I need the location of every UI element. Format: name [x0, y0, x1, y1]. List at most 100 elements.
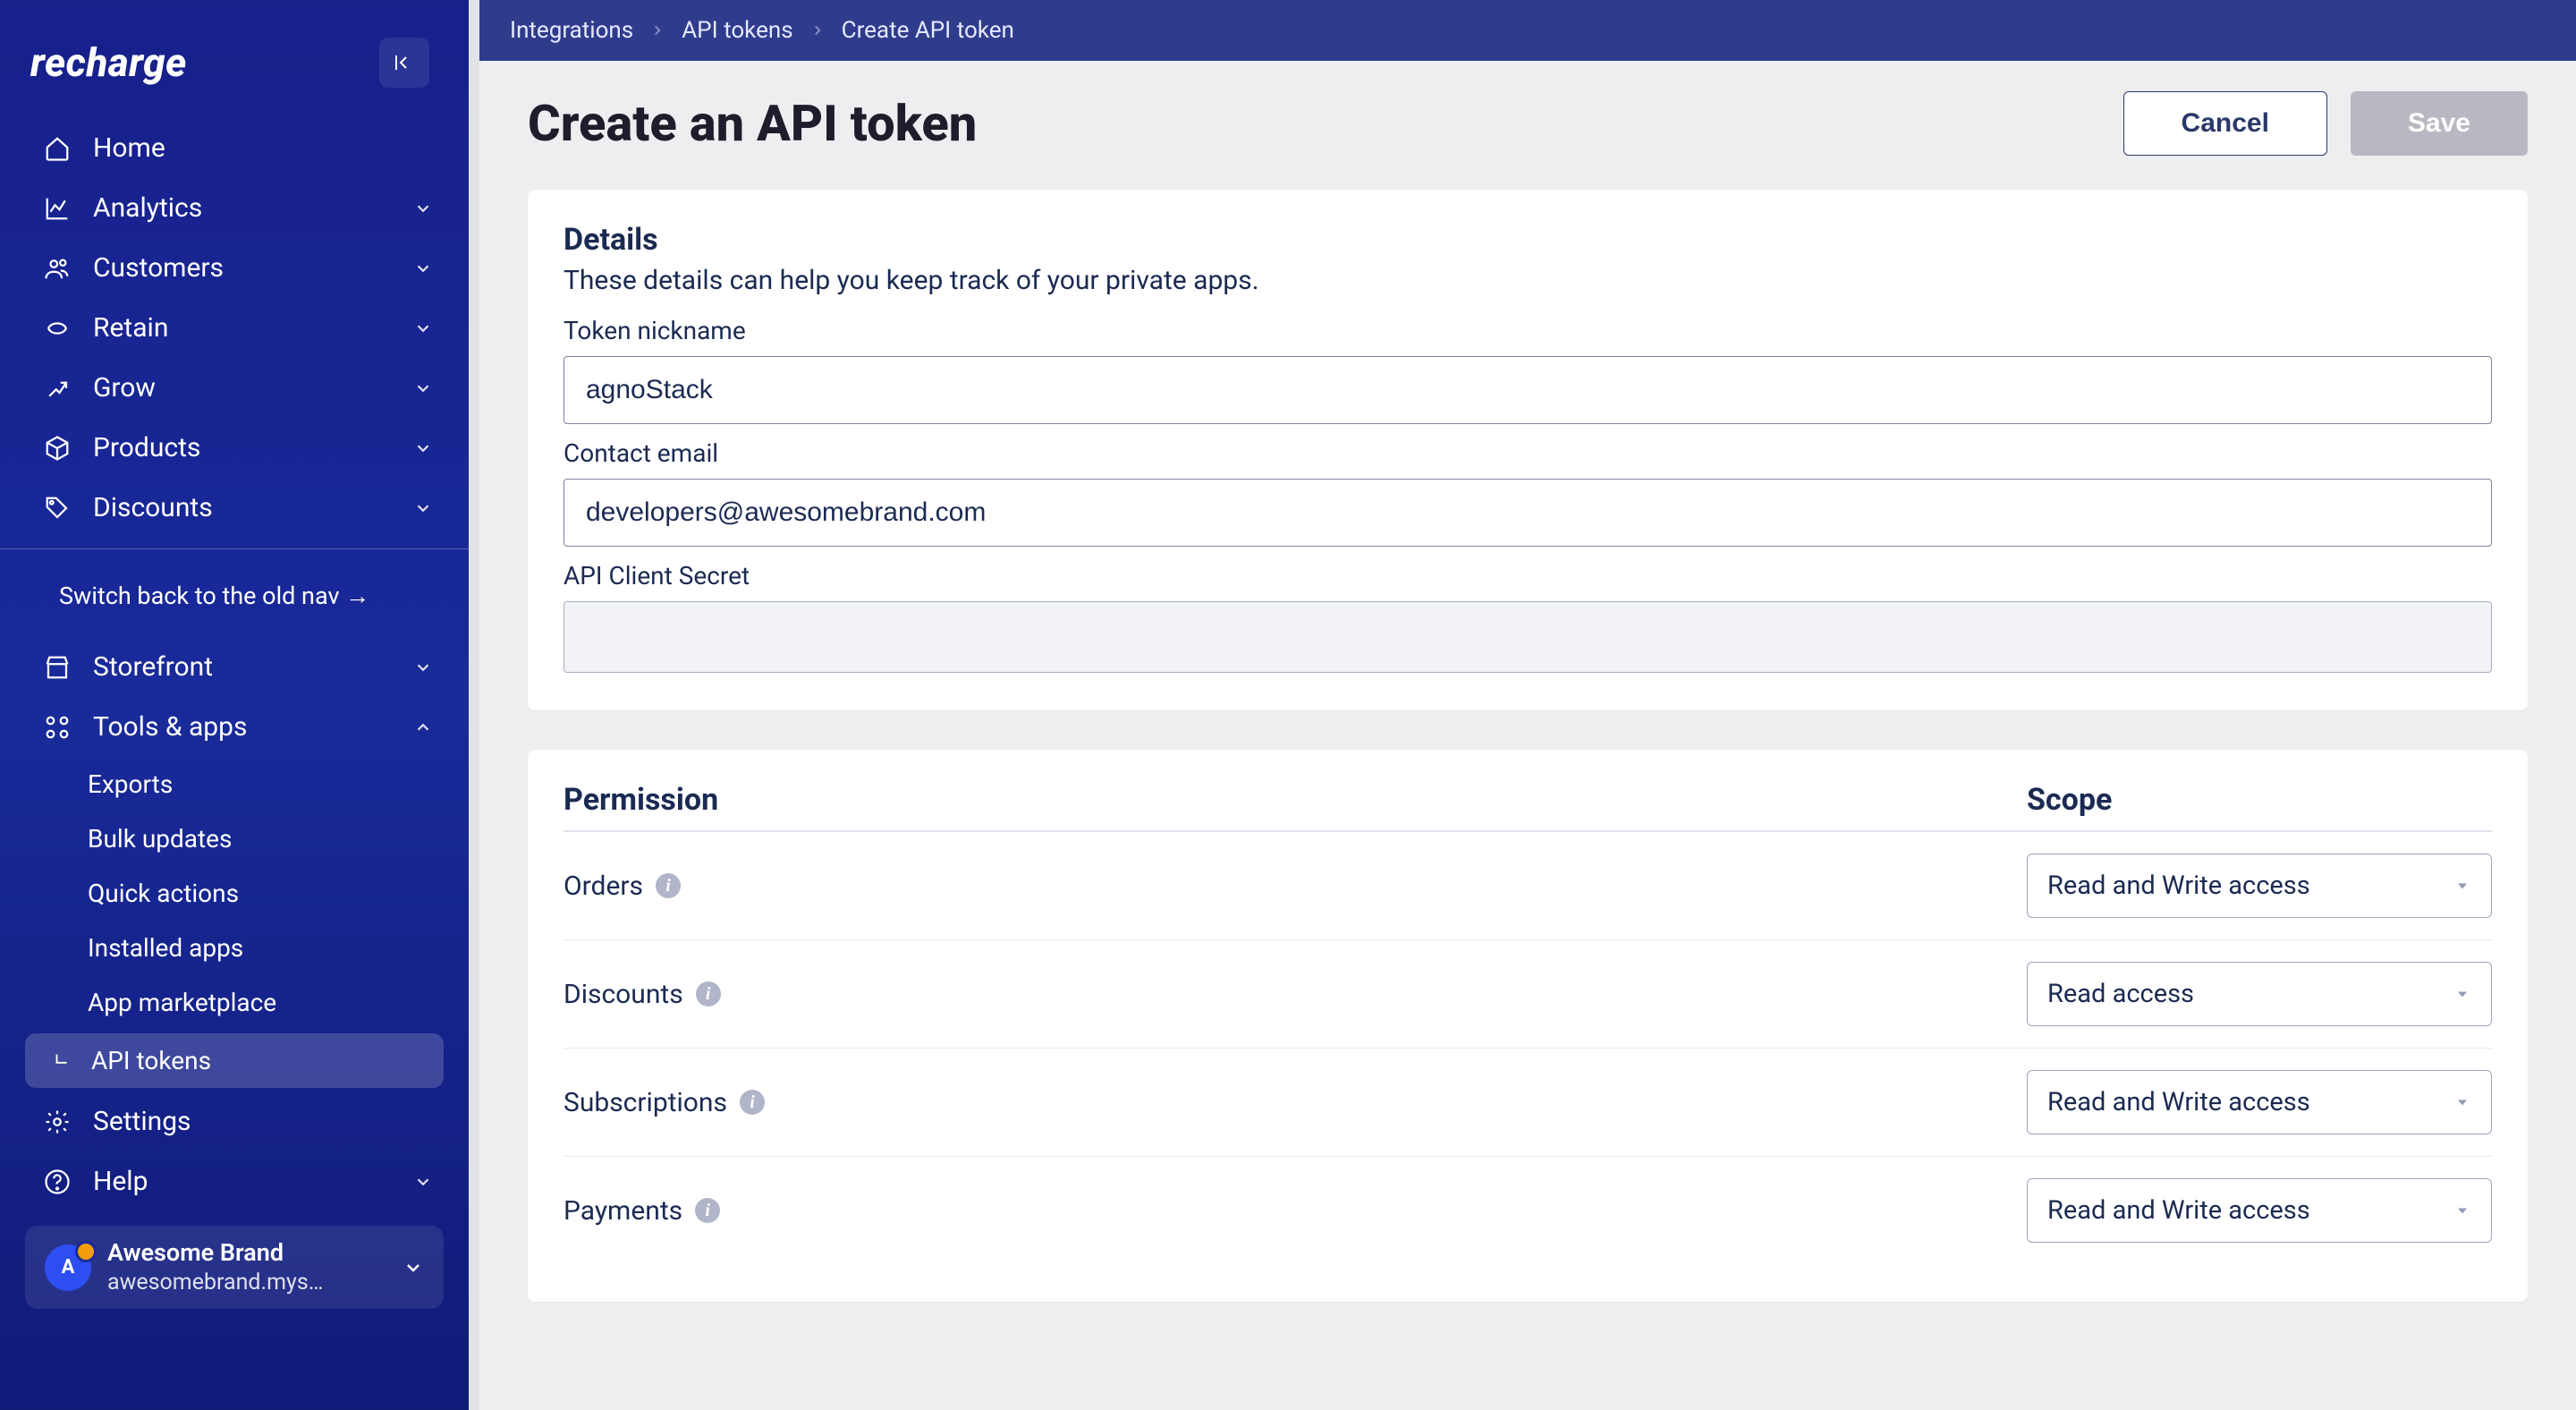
store-name: Awesome Brand [107, 1238, 386, 1269]
sidebar-item-storefront[interactable]: Storefront [0, 637, 469, 697]
sidebar-subitem-api-tokens[interactable]: API tokens [25, 1033, 444, 1088]
gear-icon [41, 1108, 73, 1135]
permission-row-subscriptions: Subscriptions i Read and Write access [564, 1049, 2492, 1157]
scope-select-discounts[interactable]: Read access [2027, 962, 2492, 1026]
api-client-secret-input [564, 601, 2492, 673]
sidebar-item-label: Customers [93, 252, 394, 284]
chevron-down-icon [413, 1172, 433, 1192]
collapse-icon [394, 52, 415, 73]
select-value: Read access [2047, 979, 2194, 1009]
page-title: Create an API token [528, 94, 2123, 153]
sidebar-item-label: Products [93, 432, 394, 463]
sidebar-item-settings[interactable]: Settings [0, 1091, 469, 1151]
chevron-down-icon [413, 658, 433, 677]
info-icon[interactable]: i [696, 981, 721, 1007]
products-icon [41, 435, 73, 462]
sidebar: recharge Home Analytics [0, 0, 469, 1410]
caret-down-icon [2453, 1202, 2471, 1219]
breadcrumb-separator-icon [802, 22, 833, 38]
permission-col-header: Permission [564, 782, 2027, 818]
info-icon[interactable]: i [695, 1198, 720, 1223]
sidebar-item-label: Tools & apps [93, 711, 394, 743]
sidebar-item-label: API tokens [91, 1046, 211, 1075]
chevron-down-icon [413, 438, 433, 458]
permission-name: Orders [564, 871, 643, 902]
save-button[interactable]: Save [2351, 91, 2528, 156]
select-value: Read and Write access [2047, 871, 2310, 901]
sidebar-item-products[interactable]: Products [0, 418, 469, 478]
chevron-down-icon [413, 259, 433, 278]
store-avatar: A [45, 1244, 91, 1291]
sidebar-item-label: Help [93, 1166, 394, 1197]
select-value: Read and Write access [2047, 1195, 2310, 1226]
sidebar-item-label: Home [93, 132, 433, 164]
sidebar-subitem-quick-actions[interactable]: Quick actions [0, 866, 469, 921]
sidebar-item-grow[interactable]: Grow [0, 358, 469, 418]
breadcrumb-api-tokens[interactable]: API tokens [682, 17, 792, 44]
details-card: Details These details can help you keep … [528, 190, 2528, 710]
sidebar-item-customers[interactable]: Customers [0, 238, 469, 298]
cancel-button[interactable]: Cancel [2123, 91, 2327, 156]
permission-name: Subscriptions [564, 1087, 727, 1118]
sidebar-subitem-app-marketplace[interactable]: App marketplace [0, 975, 469, 1030]
chevron-up-icon [413, 718, 433, 737]
permission-card: Permission Scope Orders i Read and Write… [528, 750, 2528, 1302]
chevron-down-icon [413, 378, 433, 398]
secret-label: API Client Secret [564, 561, 2492, 590]
token-nickname-input[interactable] [564, 356, 2492, 424]
chevron-down-icon [413, 319, 433, 338]
sidebar-item-label: Settings [93, 1106, 433, 1137]
permission-name: Payments [564, 1195, 682, 1227]
home-icon [41, 135, 73, 162]
sidebar-item-tools[interactable]: Tools & apps [0, 697, 469, 757]
permission-row-orders: Orders i Read and Write access [564, 832, 2492, 940]
chevron-down-icon [413, 199, 433, 218]
caret-down-icon [2453, 985, 2471, 1003]
store-switcher[interactable]: A Awesome Brand awesomebrand.mys… [25, 1226, 444, 1309]
sidebar-subitem-bulk-updates[interactable]: Bulk updates [0, 811, 469, 866]
permission-name: Discounts [564, 979, 683, 1010]
contact-email-input[interactable] [564, 479, 2492, 547]
breadcrumb-current: Create API token [842, 17, 1014, 44]
sidebar-item-label: Storefront [93, 651, 394, 683]
storefront-icon [41, 654, 73, 681]
breadcrumb: Integrations API tokens Create API token [479, 0, 2576, 61]
main-content: Integrations API tokens Create API token… [469, 0, 2576, 1410]
analytics-icon [41, 195, 73, 222]
breadcrumb-separator-icon [642, 22, 673, 38]
sidebar-subitem-exports[interactable]: Exports [0, 757, 469, 811]
email-label: Contact email [564, 438, 2492, 468]
sidebar-subitem-installed-apps[interactable]: Installed apps [0, 921, 469, 975]
brand-logo: recharge [30, 39, 379, 86]
sidebar-item-retain[interactable]: Retain [0, 298, 469, 358]
caret-down-icon [2453, 1093, 2471, 1111]
sidebar-item-label: Discounts [93, 492, 394, 523]
breadcrumb-integrations[interactable]: Integrations [510, 17, 633, 44]
select-value: Read and Write access [2047, 1087, 2310, 1117]
retain-icon [41, 315, 73, 342]
store-url: awesomebrand.mys… [107, 1269, 386, 1296]
card-title: Details [564, 222, 2492, 258]
customers-icon [41, 255, 73, 282]
info-icon[interactable]: i [656, 873, 681, 898]
discounts-icon [41, 495, 73, 522]
switch-old-nav-link[interactable]: Switch back to the old nav → [0, 574, 469, 637]
scope-select-payments[interactable]: Read and Write access [2027, 1178, 2492, 1243]
card-subtitle: These details can help you keep track of… [564, 265, 2492, 296]
caret-down-icon [2453, 877, 2471, 895]
tools-icon [41, 714, 73, 741]
chevron-down-icon [402, 1257, 424, 1278]
sidebar-item-label: Analytics [93, 192, 394, 224]
permission-row-payments: Payments i Read and Write access [564, 1157, 2492, 1264]
scope-select-orders[interactable]: Read and Write access [2027, 854, 2492, 918]
grow-icon [41, 375, 73, 402]
scope-select-subscriptions[interactable]: Read and Write access [2027, 1070, 2492, 1134]
nickname-label: Token nickname [564, 316, 2492, 345]
collapse-sidebar-button[interactable] [379, 38, 429, 88]
sidebar-item-analytics[interactable]: Analytics [0, 178, 469, 238]
info-icon[interactable]: i [740, 1090, 765, 1115]
sidebar-item-home[interactable]: Home [0, 118, 469, 178]
permission-row-discounts: Discounts i Read access [564, 940, 2492, 1049]
sidebar-item-help[interactable]: Help [0, 1151, 469, 1211]
sidebar-item-discounts[interactable]: Discounts [0, 478, 469, 538]
